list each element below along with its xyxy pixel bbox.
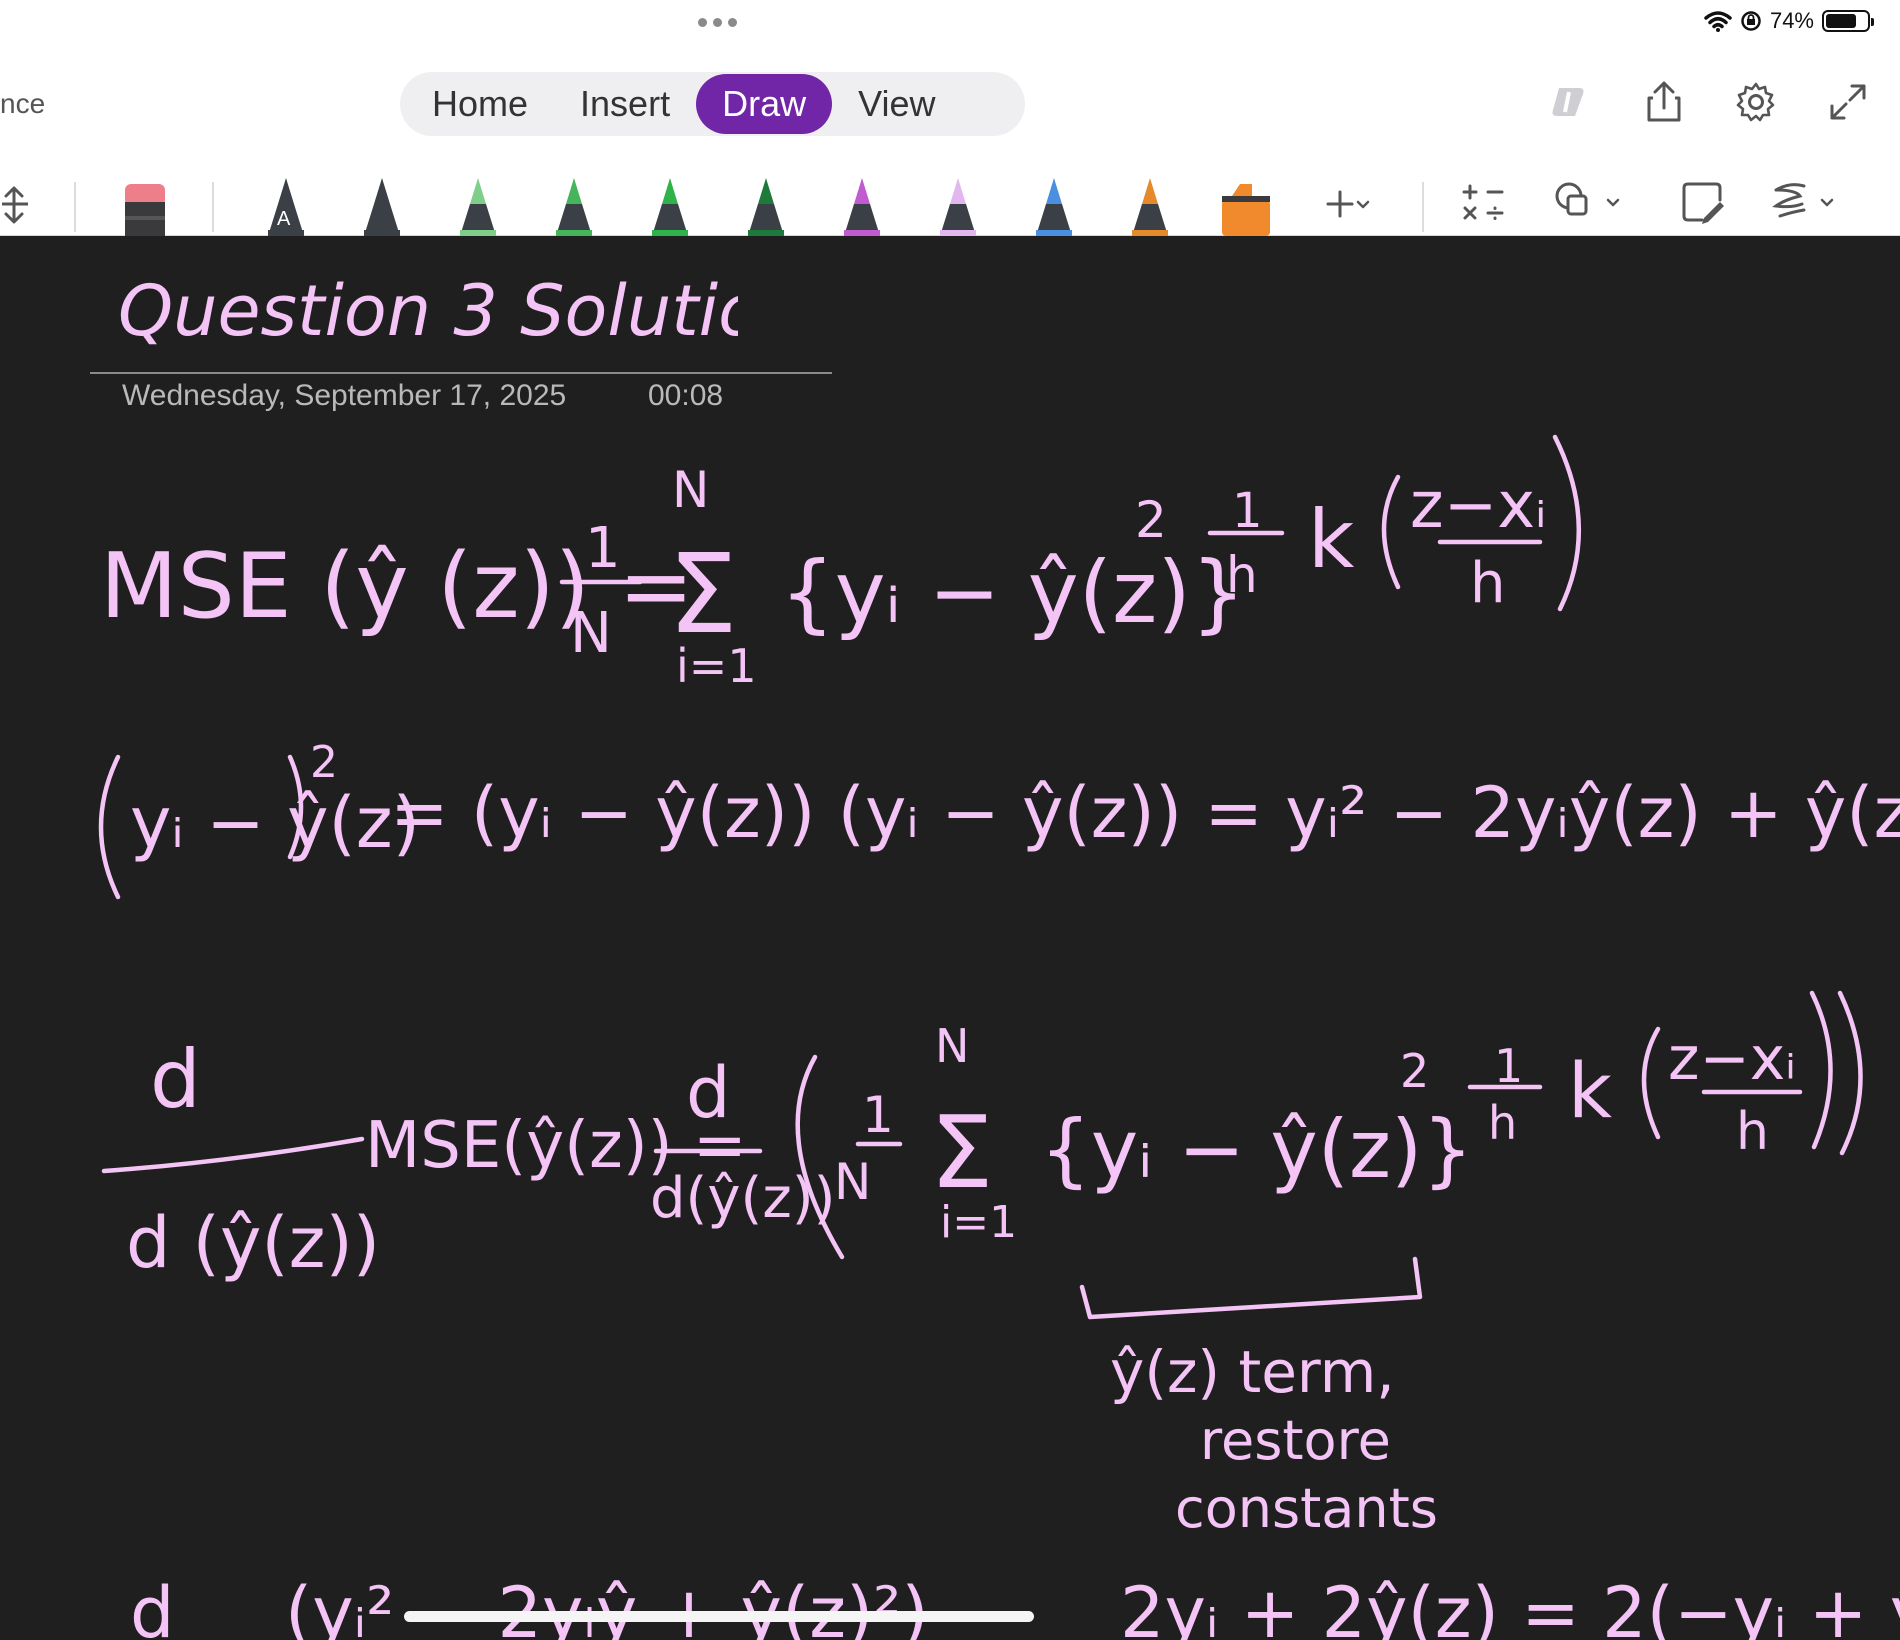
draw-toolbar: A xyxy=(0,160,1900,236)
equation-expand-square: yᵢ − ŷ(z) 2 = (yᵢ − ŷ(z)) (yᵢ − ŷ(z)) = … xyxy=(98,737,1900,900)
svg-text:h: h xyxy=(1226,546,1258,604)
pen-light-green-icon[interactable] xyxy=(450,160,506,236)
svg-text:{yᵢ − ŷ(z)}: {yᵢ − ŷ(z)} xyxy=(780,543,1246,643)
svg-text:d (ŷ(z)): d (ŷ(z)) xyxy=(126,1202,380,1284)
toolbar-divider xyxy=(212,182,214,232)
add-pen-button[interactable] xyxy=(1312,160,1372,236)
share-icon[interactable] xyxy=(1640,78,1688,126)
svg-text:1: 1 xyxy=(585,516,621,581)
svg-text:d: d xyxy=(686,1052,730,1134)
ink-options-icon[interactable] xyxy=(1770,160,1844,236)
equation-partial-bottom: d (yᵢ² − 2yᵢŷ + ŷ(z)²) 2yᵢ + 2ŷ(z) = 2(−… xyxy=(130,1572,1900,1640)
rotation-lock-icon xyxy=(1741,11,1761,31)
toolbar-divider xyxy=(74,182,76,232)
ink-to-math-icon[interactable] xyxy=(1460,160,1512,236)
svg-text:k: k xyxy=(1308,493,1355,586)
tab-insert[interactable]: Insert xyxy=(554,74,696,134)
svg-text:i=1: i=1 xyxy=(676,639,757,693)
svg-text:2: 2 xyxy=(1135,491,1167,549)
pen-label: A xyxy=(277,208,291,230)
svg-text:{yᵢ − ŷ(z)}: {yᵢ − ŷ(z)} xyxy=(1040,1103,1473,1196)
svg-text:1: 1 xyxy=(1494,1039,1523,1093)
tab-view[interactable]: View xyxy=(832,74,961,134)
ribbon-actions xyxy=(1548,78,1872,126)
svg-text:2: 2 xyxy=(310,737,338,788)
equation-derivative: d d (ŷ(z)) MSE(ŷ(z)) = d d(ŷ(z)) 1 N Σ N… xyxy=(101,990,1863,1320)
svg-text:N: N xyxy=(672,461,709,519)
battery-icon xyxy=(1822,10,1874,32)
svg-text:constants: constants xyxy=(1175,1477,1438,1540)
svg-text:N: N xyxy=(834,1153,871,1211)
svg-text:N: N xyxy=(935,1019,969,1073)
svg-text:ŷ(z) term,: ŷ(z) term, xyxy=(1110,1338,1395,1406)
highlighter-orange-icon[interactable] xyxy=(1218,160,1274,236)
notebook-name-truncated[interactable]: nce xyxy=(0,88,45,120)
annotation-restore-constants: ŷ(z) term, restore constants xyxy=(1110,1338,1438,1540)
ribbon: nce Home Insert Draw View A xyxy=(0,46,1900,236)
resize-handle-icon[interactable] xyxy=(0,160,46,236)
svg-text:N: N xyxy=(570,601,612,666)
pen-dark-a-icon[interactable]: A xyxy=(258,160,314,236)
note-page[interactable]: Question 3 Solution Wednesday, September… xyxy=(0,237,1900,1640)
svg-text:h: h xyxy=(1488,1096,1517,1150)
pen-magenta-icon[interactable] xyxy=(834,160,890,236)
pen-orange-icon[interactable] xyxy=(1122,160,1178,236)
svg-text:yᵢ − ŷ(z): yᵢ − ŷ(z) xyxy=(130,782,420,864)
expand-icon[interactable] xyxy=(1824,78,1872,126)
tab-home[interactable]: Home xyxy=(406,74,554,134)
svg-text:i=1: i=1 xyxy=(940,1197,1017,1248)
svg-text:restore: restore xyxy=(1200,1409,1391,1472)
battery-percent: 74% xyxy=(1769,8,1814,33)
svg-text:2yᵢ + 2ŷ(z) = 2(−yᵢ + ŷ(: 2yᵢ + 2ŷ(z) = 2(−yᵢ + ŷ( xyxy=(1120,1572,1900,1640)
pen-gray-icon[interactable] xyxy=(354,160,410,236)
handwritten-math-ink[interactable]: MSE (ŷ (z)) = 1 N Σ N i=1 {yᵢ − ŷ(z)} 2 … xyxy=(0,237,1900,1640)
shapes-icon[interactable] xyxy=(1552,160,1626,236)
tab-draw[interactable]: Draw xyxy=(696,74,833,134)
svg-text:d(ŷ(z)): d(ŷ(z)) xyxy=(650,1166,835,1231)
equation-mse: MSE (ŷ (z)) = 1 N Σ N i=1 {yᵢ − ŷ(z)} 2 … xyxy=(100,434,1581,693)
svg-text:k: k xyxy=(1568,1046,1612,1135)
toolbar-divider xyxy=(1422,182,1424,232)
home-indicator[interactable] xyxy=(404,1611,1034,1622)
lasso-select-icon[interactable] xyxy=(1680,160,1726,236)
status-bar: 74% xyxy=(0,0,1900,46)
settings-icon[interactable] xyxy=(1732,78,1780,126)
svg-text:1: 1 xyxy=(862,1086,894,1144)
svg-text:2: 2 xyxy=(1400,1044,1429,1098)
ribbon-tabs: Home Insert Draw View xyxy=(400,72,1025,136)
svg-text:z−xᵢ: z−xᵢ xyxy=(1668,1024,1796,1094)
svg-text:z−xᵢ: z−xᵢ xyxy=(1410,469,1547,543)
svg-text:= (yᵢ − ŷ(z)) (yᵢ − ŷ(z)) = yᵢ: = (yᵢ − ŷ(z)) (yᵢ − ŷ(z)) = yᵢ² − 2yᵢŷ(z… xyxy=(390,772,1900,854)
wifi-icon xyxy=(1704,11,1732,32)
pen-green-icon[interactable] xyxy=(546,160,602,236)
eraser-icon[interactable] xyxy=(122,160,168,236)
multitasking-dots[interactable] xyxy=(698,18,737,27)
copilot-icon[interactable] xyxy=(1548,78,1596,126)
status-indicators: 74% xyxy=(1704,8,1874,34)
svg-text:h: h xyxy=(1736,1102,1769,1162)
pen-lilac-icon[interactable] xyxy=(930,160,986,236)
svg-text:1: 1 xyxy=(1232,483,1263,539)
svg-text:Σ: Σ xyxy=(930,1094,993,1211)
svg-text:(yᵢ² − 2yᵢŷ + ŷ(z)²): (yᵢ² − 2yᵢŷ + ŷ(z)²) xyxy=(285,1572,929,1640)
pen-dark-green-icon[interactable] xyxy=(738,160,794,236)
svg-text:h: h xyxy=(1470,551,1506,616)
pen-blue-icon[interactable] xyxy=(1026,160,1082,236)
svg-text:d: d xyxy=(150,1033,201,1126)
svg-text:d: d xyxy=(130,1572,174,1640)
pen-bright-green-icon[interactable] xyxy=(642,160,698,236)
